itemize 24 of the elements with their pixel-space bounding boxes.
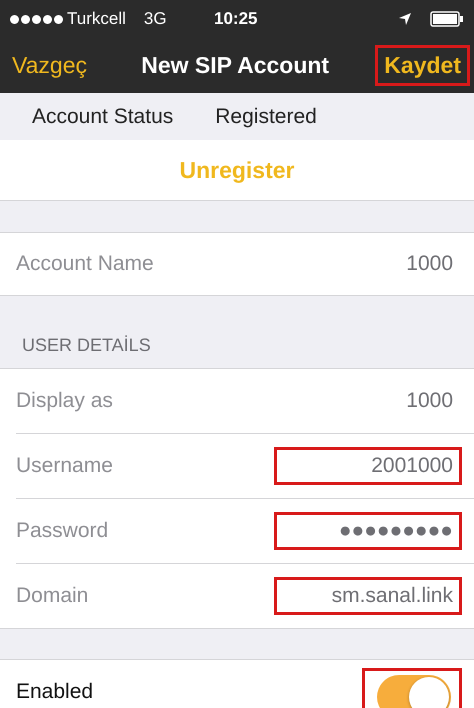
status-value: Registered xyxy=(215,104,317,128)
field-label: Account Name xyxy=(16,252,154,276)
location-arrow-icon xyxy=(398,12,412,26)
field-label: Enabled xyxy=(16,680,94,704)
text-field[interactable]: 1000 xyxy=(274,382,462,420)
account-name-field[interactable]: 1000 xyxy=(274,245,462,283)
cancel-button[interactable]: Vazgeç xyxy=(10,46,96,85)
signal-icon xyxy=(10,14,63,24)
save-button[interactable]: Kaydet xyxy=(375,45,470,86)
field-label: Password xyxy=(16,519,108,543)
field-label: Display as xyxy=(16,389,113,413)
network-type: 3G xyxy=(144,9,167,29)
status-label: Account Status xyxy=(32,104,174,128)
toggle-switch[interactable] xyxy=(377,675,451,708)
field-label: Username xyxy=(16,454,113,478)
screen-title: New SIP Account xyxy=(141,52,330,79)
carrier-name: Turkcell xyxy=(67,9,126,29)
field-label: Domain xyxy=(16,584,88,608)
text-field[interactable]: 2001000 xyxy=(274,447,462,485)
text-field[interactable]: ●●●●●●●●● xyxy=(274,512,462,550)
clock-time: 10:25 xyxy=(214,9,258,29)
battery-icon xyxy=(430,11,464,27)
section-header: USER DETAİLS xyxy=(22,335,151,356)
text-field[interactable]: sm.sanal.link xyxy=(274,577,462,615)
